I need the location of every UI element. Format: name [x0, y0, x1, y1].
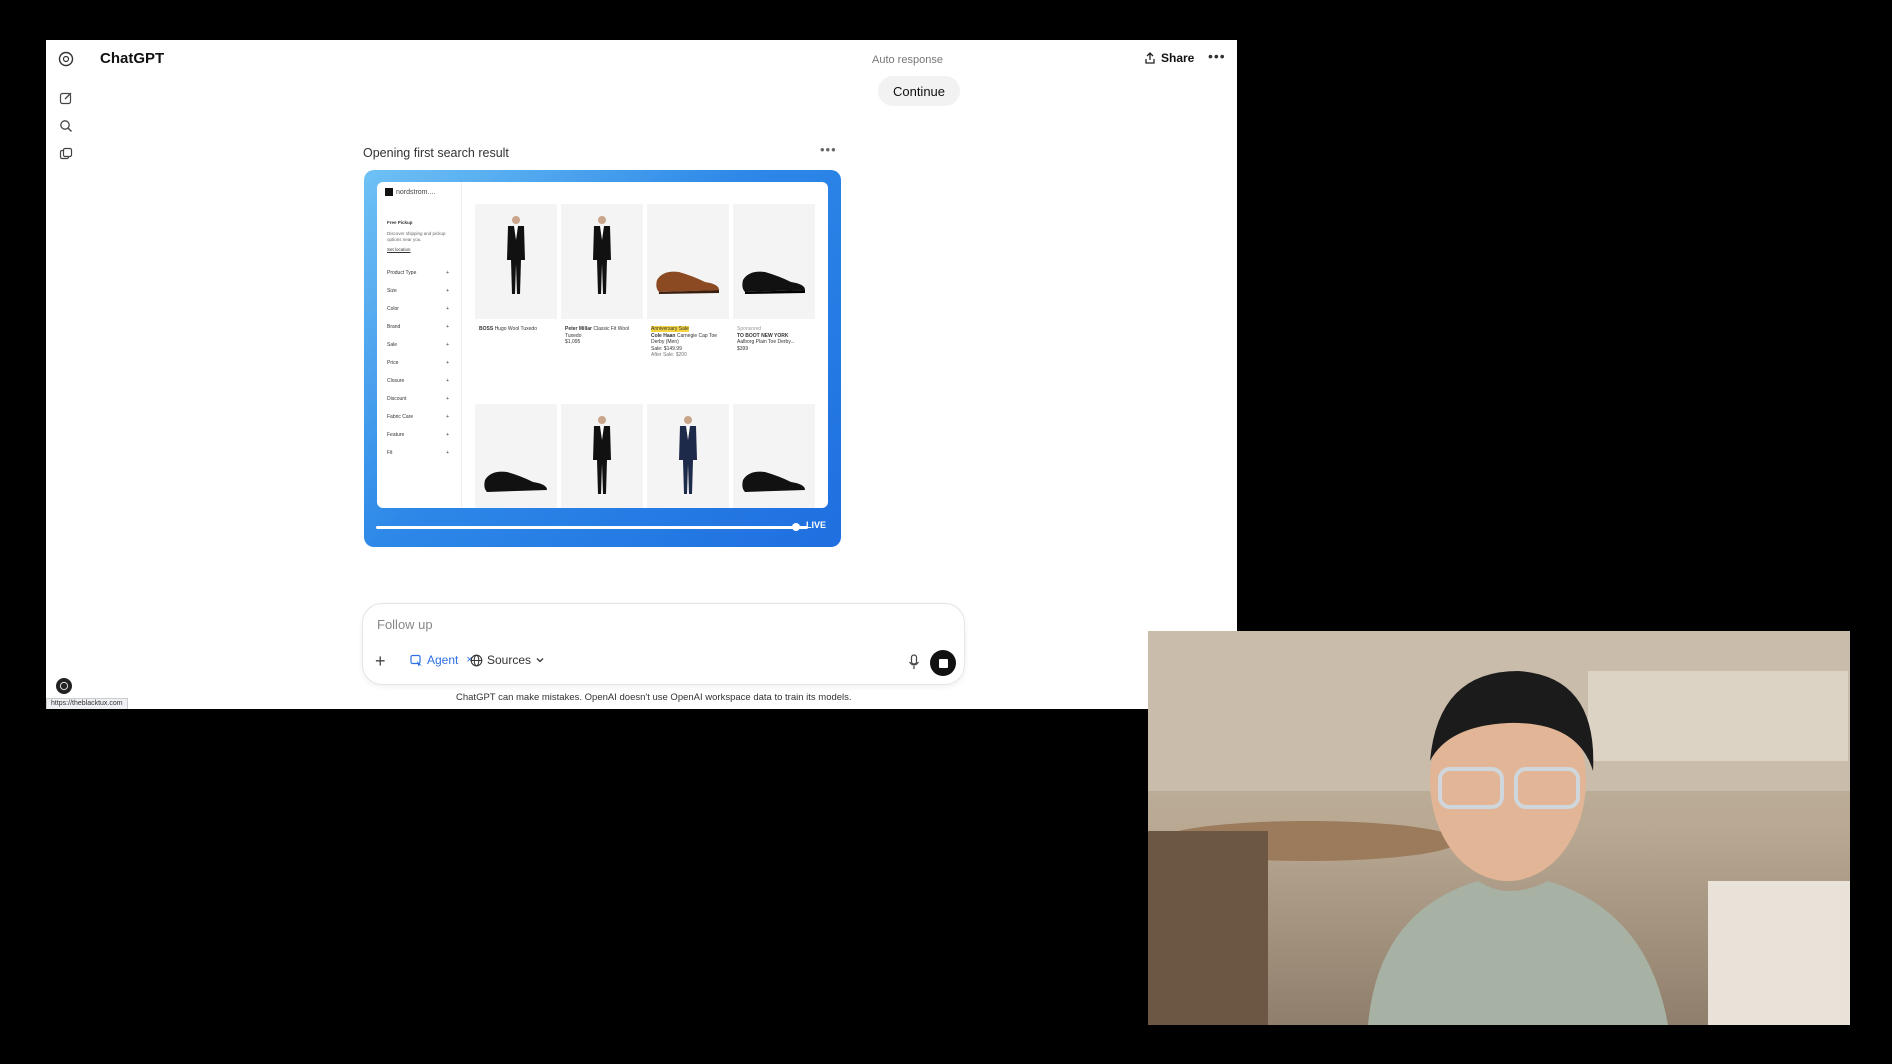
filter-item: Feature + — [387, 432, 449, 438]
new-chat-icon[interactable] — [56, 88, 76, 108]
tuxedo-image — [593, 216, 611, 294]
filter-panel: nordstrom.... Free Pickup Discover shipp… — [377, 182, 462, 508]
progress-handle[interactable] — [792, 523, 800, 531]
black-shoe-image — [742, 471, 805, 492]
filter-item: Product Type + — [387, 270, 449, 276]
tuxedo-image — [507, 216, 525, 294]
live-badge: LIVE — [806, 520, 827, 530]
product-info: BOSS Hugo Wool Tuxedo — [479, 326, 537, 332]
free-pickup-label: Free Pickup — [387, 220, 413, 225]
product-card: BOSS Hugo Wool Tuxedo — [475, 204, 557, 390]
sources-label: Sources — [487, 653, 532, 667]
product-info: Peter Millar Classic Fit Wool Tuxedo $1,0… — [565, 326, 630, 345]
product-image — [475, 404, 557, 508]
product-image — [561, 404, 643, 508]
avatar[interactable] — [56, 678, 72, 694]
disclaimer-text: ChatGPT can make mistakes. OpenAI doesn'… — [456, 692, 852, 703]
product-card: Anniversary Sale Cole Haan Carnegie Cap T… — [647, 204, 729, 390]
filter-item: Color + — [387, 306, 449, 312]
follow-up-input[interactable] — [377, 617, 797, 632]
presenter-video — [1148, 631, 1850, 1025]
product-card: Peter Millar Classic Fit Wool Tuxedo $1,0… — [561, 204, 643, 390]
stop-button[interactable] — [930, 650, 956, 676]
filter-item: Closure + — [387, 378, 449, 384]
globe-icon — [470, 654, 483, 666]
pickup-section: Free Pickup Discover shipping and pickup… — [387, 220, 453, 253]
share-label: Share — [1161, 51, 1195, 65]
app-title[interactable]: ChatGPT — [100, 50, 164, 67]
black-shoe-image — [484, 471, 547, 492]
agent-tool-chip[interactable]: Agent × — [410, 653, 473, 667]
black-shoe-image — [742, 271, 805, 294]
filter-item: Discount + — [387, 396, 449, 402]
share-button[interactable]: Share — [1144, 49, 1194, 67]
navy-suit-image — [679, 416, 697, 494]
chevron-down-icon — [536, 658, 544, 663]
agent-live-view[interactable]: nordstrom.... Free Pickup Discover shipp… — [364, 170, 841, 547]
status-bar-url: https://theblacktux.com — [46, 698, 128, 709]
add-attachment-icon[interactable]: + — [375, 651, 386, 672]
filter-item: Brand + — [387, 324, 449, 330]
library-icon[interactable] — [56, 144, 76, 164]
product-image — [733, 204, 815, 319]
replay-progress-bar[interactable] — [376, 526, 808, 529]
filter-item: Size + — [387, 288, 449, 294]
product-image — [647, 204, 729, 319]
filter-item: Price + — [387, 360, 449, 366]
filter-item: Fabric Care + — [387, 414, 449, 420]
stop-icon — [938, 658, 948, 668]
tuxedo-image — [593, 416, 611, 494]
share-icon — [1145, 52, 1155, 64]
presenter-video-frame — [1148, 631, 1850, 1025]
brown-shoe-image — [656, 271, 719, 294]
store-tab: nordstrom.... — [385, 188, 435, 196]
auto-response-label: Auto response — [872, 54, 943, 66]
product-image — [733, 404, 815, 508]
product-card: Sponsored TO BOOT NEW YORK Aalborg Plain T… — [733, 204, 815, 390]
set-location-link: Set location — [387, 247, 411, 252]
task-status-title: Opening first search result — [363, 146, 509, 160]
left-rail — [46, 40, 84, 709]
continue-button[interactable]: Continue — [878, 76, 960, 106]
product-info: Sponsored TO BOOT NEW YORK Aalborg Plain T… — [737, 326, 795, 352]
search-icon[interactable] — [56, 116, 76, 136]
filter-item: Sale + — [387, 342, 449, 348]
agent-label: Agent — [427, 653, 459, 667]
product-image — [475, 204, 557, 319]
store-logo-icon — [385, 188, 393, 196]
composer: + Agent × Sources — [362, 603, 965, 685]
chatgpt-window: ChatGPT Auto response Continue Share •••… — [46, 40, 1237, 709]
agent-icon — [410, 654, 422, 666]
sources-dropdown[interactable]: Sources — [470, 653, 545, 667]
product-info: Anniversary Sale Cole Haan Carnegie Cap T… — [651, 326, 718, 358]
task-more-icon[interactable]: ••• — [820, 142, 837, 157]
pickup-text: Discover shipping and pickup options nea… — [387, 231, 446, 242]
product-image — [561, 204, 643, 319]
browser-screenshot: nordstrom.... Free Pickup Discover shipp… — [377, 182, 828, 508]
openai-logo-icon[interactable] — [56, 49, 76, 69]
product-image — [647, 404, 729, 508]
microphone-icon[interactable] — [908, 654, 920, 675]
more-options-icon[interactable]: ••• — [1208, 48, 1226, 64]
filter-item: Fit + — [387, 450, 449, 456]
